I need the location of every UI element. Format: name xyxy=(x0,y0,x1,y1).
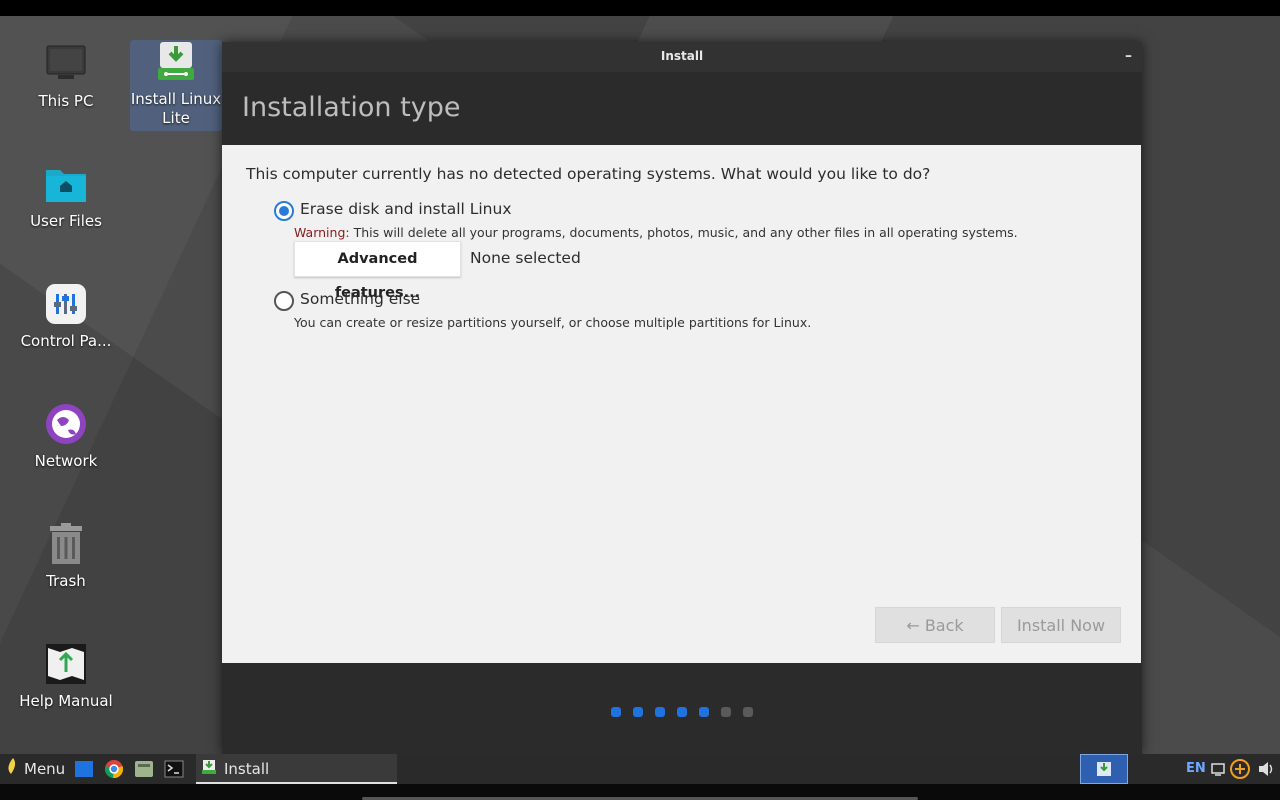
show-desktop-icon[interactable] xyxy=(74,754,94,784)
task-install[interactable]: Install xyxy=(196,754,397,784)
something-else-label[interactable]: Something else xyxy=(300,290,420,308)
advanced-features-button[interactable]: Advanced features... xyxy=(294,241,461,301)
trash-icon xyxy=(44,522,88,566)
desktop-icon-help-manual[interactable]: Help Manual xyxy=(10,642,122,711)
warning-text: This will delete all your programs, docu… xyxy=(349,225,1018,240)
desktop-icon-label: Network xyxy=(34,452,98,470)
desktop-icon-this-pc[interactable]: This PC xyxy=(10,42,122,111)
back-button[interactable]: ← Back xyxy=(875,607,995,643)
install-icon xyxy=(154,40,198,84)
something-else-radio[interactable] xyxy=(274,291,294,311)
update-notifier-icon[interactable] xyxy=(1229,754,1251,784)
erase-disk-warning: Warning: This will delete all your progr… xyxy=(294,225,1018,240)
install-now-button[interactable]: Install Now xyxy=(1001,607,1121,643)
desktop-icon-label: Control Pa... xyxy=(20,332,112,350)
help-manual-icon xyxy=(44,642,88,686)
menu-button[interactable]: Menu xyxy=(4,754,65,784)
terminal-icon[interactable] xyxy=(164,754,184,784)
desktop-icon-label: User Files xyxy=(30,212,102,230)
globe-icon xyxy=(44,402,88,446)
window-title: Install xyxy=(660,49,704,63)
install-task-icon xyxy=(202,755,216,785)
menu-label: Menu xyxy=(24,760,66,778)
computer-icon xyxy=(44,42,88,86)
progress-step-dot xyxy=(720,707,731,717)
progress-step-dot xyxy=(676,707,687,717)
taskbar: Menu Install EN xyxy=(0,754,1280,784)
something-else-description: You can create or resize partitions your… xyxy=(294,315,812,330)
desktop-icon-control-panel[interactable]: Control Pa... xyxy=(10,282,122,351)
desktop-icon-label: Install Linux Lite xyxy=(130,90,222,127)
desktop-icon-trash[interactable]: Trash xyxy=(10,522,122,591)
linux-lite-feather-icon xyxy=(4,755,18,785)
volume-icon[interactable] xyxy=(1257,754,1275,784)
chrome-icon[interactable] xyxy=(104,754,124,784)
erase-disk-radio[interactable] xyxy=(274,201,294,221)
installation-question: This computer currently has no detected … xyxy=(246,165,931,183)
page-heading: Installation type xyxy=(222,72,1142,145)
installer-content: This computer currently has no detected … xyxy=(222,145,1141,663)
erase-disk-label[interactable]: Erase disk and install Linux xyxy=(300,200,512,218)
step-progress xyxy=(222,702,1141,721)
progress-step-dot xyxy=(610,707,621,717)
advanced-features-status: None selected xyxy=(470,249,581,267)
file-manager-icon[interactable] xyxy=(134,754,154,784)
installer-window: Install – Installation type This compute… xyxy=(222,42,1142,754)
progress-step-dot xyxy=(698,707,709,717)
workspace-switcher[interactable] xyxy=(1080,754,1128,784)
display-icon[interactable] xyxy=(1210,754,1226,784)
progress-step-dot xyxy=(742,707,753,717)
desktop-icon-label: This PC xyxy=(38,92,94,110)
desktop-icon-install-linux-lite[interactable]: Install Linux Lite xyxy=(130,40,222,131)
desktop-icon-label: Help Manual xyxy=(19,692,113,710)
minimize-button[interactable]: – xyxy=(1125,42,1132,70)
progress-step-dot xyxy=(632,707,643,717)
home-folder-icon xyxy=(44,162,88,206)
screen-bottom-edge xyxy=(0,784,1280,800)
window-titlebar[interactable]: Install – xyxy=(222,42,1142,72)
task-install-label: Install xyxy=(224,760,270,778)
desktop-icon-label: Trash xyxy=(46,572,86,590)
warning-prefix: Warning: xyxy=(294,225,350,240)
control-panel-icon xyxy=(44,282,88,326)
progress-step-dot xyxy=(654,707,665,717)
desktop-icon-network[interactable]: Network xyxy=(10,402,122,471)
keyboard-layout-indicator[interactable]: EN xyxy=(1186,754,1206,784)
desktop-icon-user-files[interactable]: User Files xyxy=(10,162,122,231)
